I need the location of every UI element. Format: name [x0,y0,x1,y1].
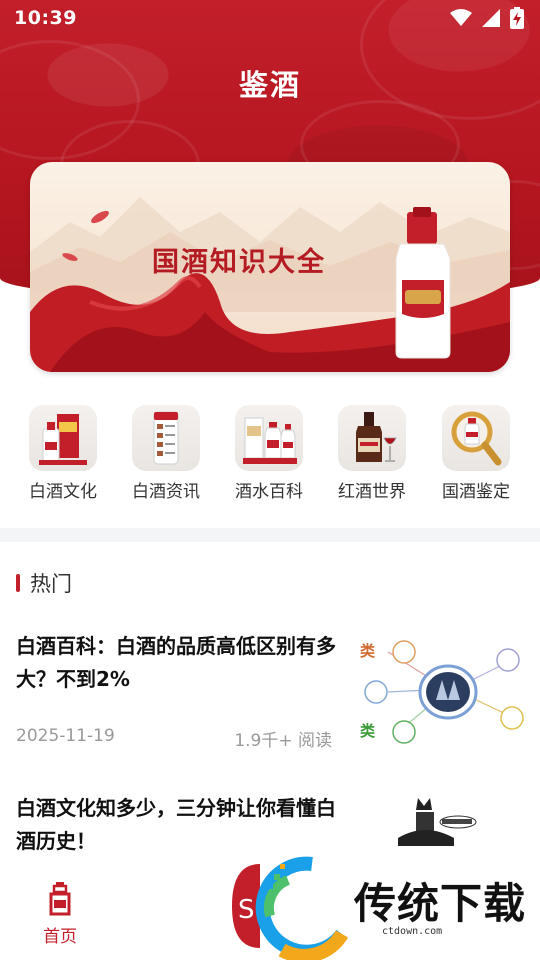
category-liquor-encyclopedia[interactable]: 酒水百科 [224,405,314,502]
watermark-url: ctdown.com [382,926,443,937]
category-label: 白酒资讯 [132,482,200,502]
hot-section-header: 热门 [16,568,72,598]
article-title: 白酒文化知多少，三分钟让你看懂白酒历史！ [16,796,336,853]
category-label: 国酒鉴定 [442,482,510,502]
wifi-icon [450,9,472,26]
category-label: 白酒文化 [29,482,97,502]
article-thumbnail: 类 类 [358,630,526,748]
article-reads: 1.9千+ 阅读 [234,731,332,751]
watermark-text: 传统下载 [354,879,527,928]
category-wine-world[interactable]: 红酒世界 [327,405,417,502]
category-label: 酒水百科 [235,482,303,502]
category-liquor-authentication[interactable]: 国酒鉴定 [431,405,521,502]
category-label: 红酒世界 [338,482,406,502]
svg-text:类: 类 [360,722,376,740]
status-icons [450,7,524,29]
article-thumbnail [358,792,526,862]
wine-world-icon [338,405,406,471]
article-item[interactable]: 白酒百科：白酒的品质高低区别有多大？不到2% 2025-11-19 1.9千+ … [16,630,526,760]
article-title: 白酒百科：白酒的品质高低区别有多大？不到2% [16,634,336,691]
battery-charging-icon [510,7,524,29]
article-date: 2025-11-19 [16,726,115,746]
baijiu-culture-icon [29,405,97,471]
banner[interactable]: 国酒知识大全 [30,162,510,372]
section-separator [0,528,540,542]
category-row: 白酒文化 白酒资讯 酒水百科 红酒世界 国酒鉴定 [0,405,540,505]
page-title: 鉴酒 [238,68,301,102]
article-meta: 2025-11-19 1.9千+ 阅读 [16,726,332,751]
nav-home[interactable]: 首页 [30,882,90,947]
banner-title: 国酒知识大全 [152,247,326,278]
watermark-overlay: S 传统下载 ctdown.com [232,856,532,960]
hot-section-title: 热门 [30,572,72,596]
status-time: 10:39 [14,7,77,29]
nav-home-label: 首页 [43,927,77,947]
home-bottle-icon [49,882,71,916]
status-bar: 10:39 [0,0,540,36]
liquor-authentication-icon [442,405,510,471]
svg-text:类: 类 [360,642,376,660]
liquor-encyclopedia-icon [235,405,303,471]
svg-text:S: S [238,895,255,925]
section-accent-bar [16,574,20,592]
signal-icon [482,9,500,27]
watermark-logo: S [232,856,349,960]
baijiu-news-icon [132,405,200,471]
category-baijiu-culture[interactable]: 白酒文化 [18,405,108,502]
category-baijiu-news[interactable]: 白酒资讯 [121,405,211,502]
